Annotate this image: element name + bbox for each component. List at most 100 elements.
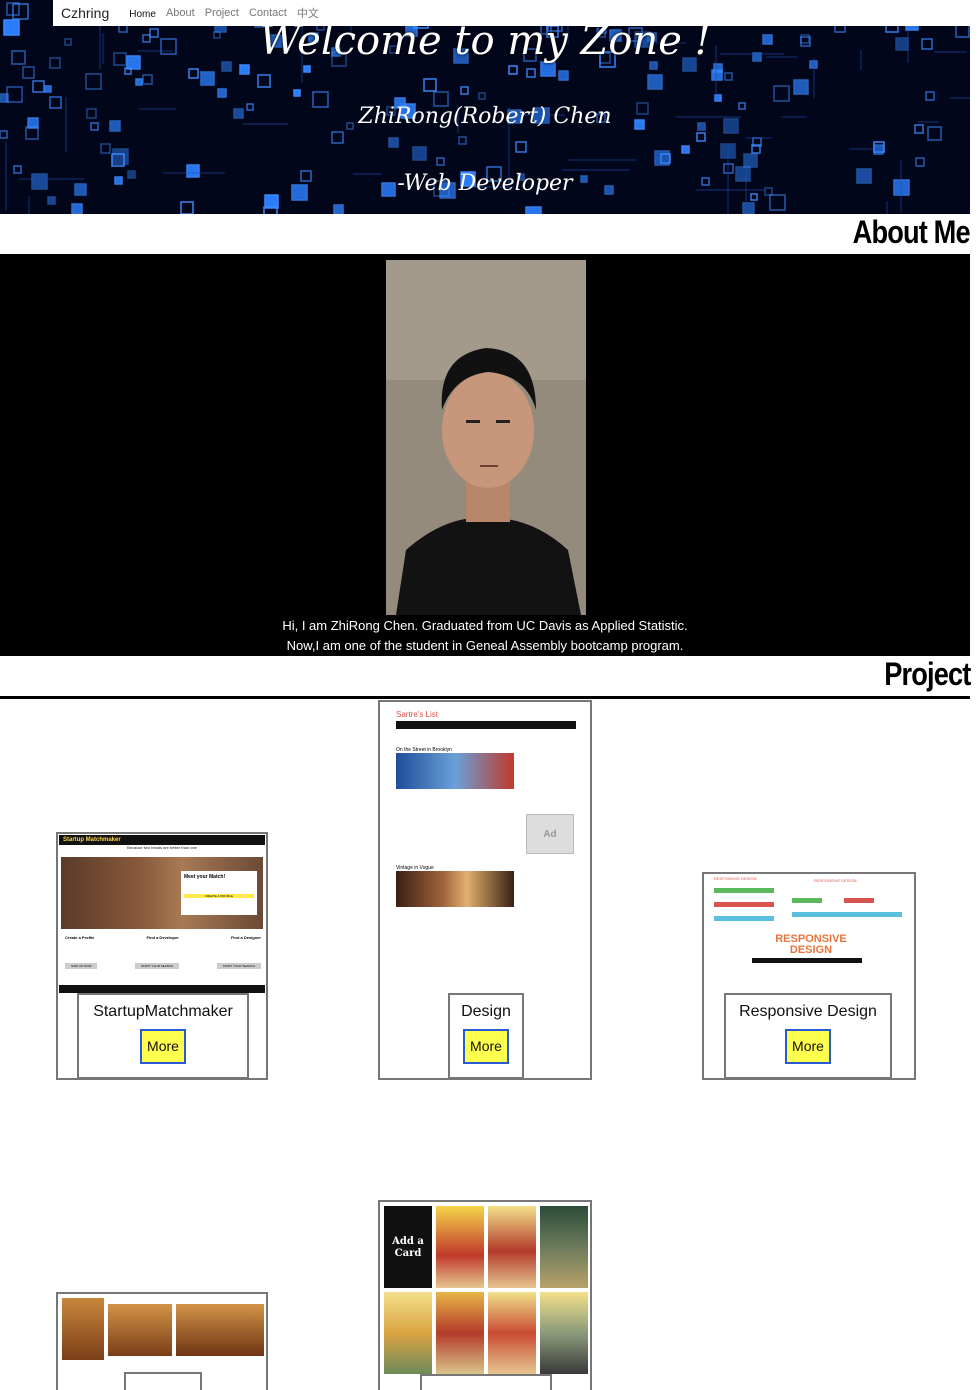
startup-thumb-col3: Find a Designer — [230, 935, 261, 940]
circuit-square — [85, 73, 102, 90]
startup-thumb-col1: Create a Profile — [65, 935, 95, 940]
about-intro-line2: Now,I am one of the student in Geneal As… — [286, 638, 684, 653]
nav-home[interactable]: Home — [129, 9, 156, 20]
circuit-square — [239, 64, 250, 75]
circuit-square — [458, 136, 467, 145]
circuit-square — [12, 3, 29, 20]
circuit-square — [713, 63, 723, 73]
responsive-thumb-big: RESPONSIVE DESIGN — [775, 933, 847, 956]
circuit-square — [925, 91, 935, 101]
circuit-square — [478, 92, 486, 100]
startup-thumb-cta: CREATE A PROFILE — [184, 894, 254, 898]
responsive-more-button[interactable]: More — [785, 1029, 831, 1064]
about-section: Hi, I am ZhiRong Chen. Graduated from UC… — [0, 254, 970, 656]
hero-role: -Web Developer — [397, 171, 573, 196]
circuit-square — [423, 78, 437, 92]
tarot-label-box — [420, 1374, 552, 1390]
circuit-square — [915, 157, 925, 167]
circuit-square — [180, 201, 194, 214]
startup-thumb-brand: Startup Matchmaker — [59, 835, 265, 845]
responsive-thumb-title2: RESPONSIVE DESIGN — [814, 878, 857, 883]
circuit-square — [460, 86, 469, 95]
top-navbar: Czhring Home About Project Contact 中文 — [53, 0, 970, 26]
about-intro-line1: Hi, I am ZhiRong Chen. Graduated from UC… — [282, 618, 688, 633]
responsive-thumbnail: RESPONSIVE DESIGN RESPONSIVE DESIGN RESP… — [712, 876, 908, 992]
project-card-startup: Startup Matchmaker Because two heads are… — [56, 832, 268, 1080]
project-card-landscape — [56, 1292, 268, 1390]
startup-thumb-hero: Meet your Match! CREATE A PROFILE — [61, 857, 263, 929]
circuit-square — [44, 85, 52, 93]
nav-contact[interactable]: Contact — [249, 7, 287, 19]
landscape-thumbnail — [60, 1296, 266, 1366]
circuit-square — [525, 206, 542, 214]
project-divider — [0, 696, 970, 699]
brand-link[interactable]: Czhring — [61, 5, 109, 21]
startup-thumb-col2: Find a Developer — [146, 935, 179, 940]
hero-name: ZhiRong(Robert) Chen — [358, 104, 612, 129]
design-more-button[interactable]: More — [463, 1029, 509, 1064]
about-heading: About Me — [852, 214, 971, 250]
circuit-square — [217, 88, 227, 98]
circuit-square — [112, 148, 129, 165]
startup-thumb-btn3: START YOUR SEARCH — [216, 963, 261, 969]
startup-thumb-headline: Because two heads are better than one — [127, 845, 197, 850]
circuit-square — [47, 196, 56, 205]
startup-title: StartupMatchmaker — [93, 1003, 233, 1020]
circuit-square — [32, 80, 45, 93]
design-title: Design — [461, 1003, 511, 1020]
circuit-square — [654, 150, 670, 166]
circuit-square — [331, 131, 344, 144]
responsive-title: Responsive Design — [739, 1003, 877, 1020]
circuit-square — [412, 146, 427, 161]
circuit-square — [0, 130, 8, 139]
circuit-square — [742, 202, 755, 214]
circuit-square — [293, 89, 301, 97]
startup-label-box: StartupMatchmaker More — [77, 993, 249, 1078]
startup-thumbnail: Startup Matchmaker Because two heads are… — [59, 835, 265, 993]
project-card-tarot: Add a Card — [378, 1200, 592, 1390]
nav-about[interactable]: About — [166, 7, 195, 19]
startup-thumb-btn1: SIGN UP NOW — [65, 963, 98, 969]
circuit-square — [724, 72, 733, 81]
startup-thumb-meet: Meet your Match! — [184, 874, 226, 880]
circuit-square — [773, 85, 790, 102]
responsive-thumb-title1: RESPONSIVE DESIGN — [714, 876, 757, 881]
circuit-square — [333, 204, 344, 214]
design-thumb-ad: Ad — [526, 814, 574, 854]
nav-project[interactable]: Project — [205, 7, 239, 19]
circuit-square — [71, 203, 83, 214]
circuit-square — [436, 157, 445, 166]
circuit-square — [188, 68, 199, 79]
profile-photo — [386, 260, 586, 615]
circuit-square — [769, 194, 786, 211]
circuit-square — [526, 68, 536, 78]
nav-chinese[interactable]: 中文 — [297, 5, 319, 21]
circuit-square — [793, 79, 809, 95]
circuit-square — [100, 143, 111, 154]
circuit-square — [6, 86, 23, 103]
hero-banner: Welcome to my Zone ! ZhiRong(Robert) Che… — [0, 0, 970, 214]
project-heading: Project — [883, 656, 971, 692]
circuit-square — [142, 74, 153, 85]
circuit-square — [647, 74, 663, 90]
design-thumb-title: Sartre's List — [396, 710, 438, 719]
circuit-square — [681, 145, 690, 154]
project-card-responsive: RESPONSIVE DESIGN RESPONSIVE DESIGN RESP… — [702, 872, 916, 1080]
design-thumbnail: Sartre's List On the Street in Brooklyn … — [396, 710, 576, 1000]
circuit-square — [257, 74, 271, 88]
tarot-add-card: Add a Card — [384, 1206, 432, 1288]
design-label-box: Design More — [448, 993, 524, 1078]
circuit-square — [264, 194, 279, 209]
responsive-label-box: Responsive Design More — [724, 993, 892, 1078]
circuit-square — [508, 65, 518, 75]
landscape-label-box — [124, 1372, 202, 1390]
circuit-square — [303, 65, 311, 73]
circuit-square — [135, 78, 143, 86]
startup-more-button[interactable]: More — [140, 1029, 186, 1064]
circuit-square — [515, 141, 527, 153]
circuit-square — [540, 61, 556, 77]
circuit-square — [558, 70, 569, 81]
tarot-thumbnail: Add a Card — [382, 1204, 590, 1378]
startup-thumb-btn2: START YOUR SEARCH — [134, 963, 180, 969]
circuit-square — [388, 137, 399, 148]
